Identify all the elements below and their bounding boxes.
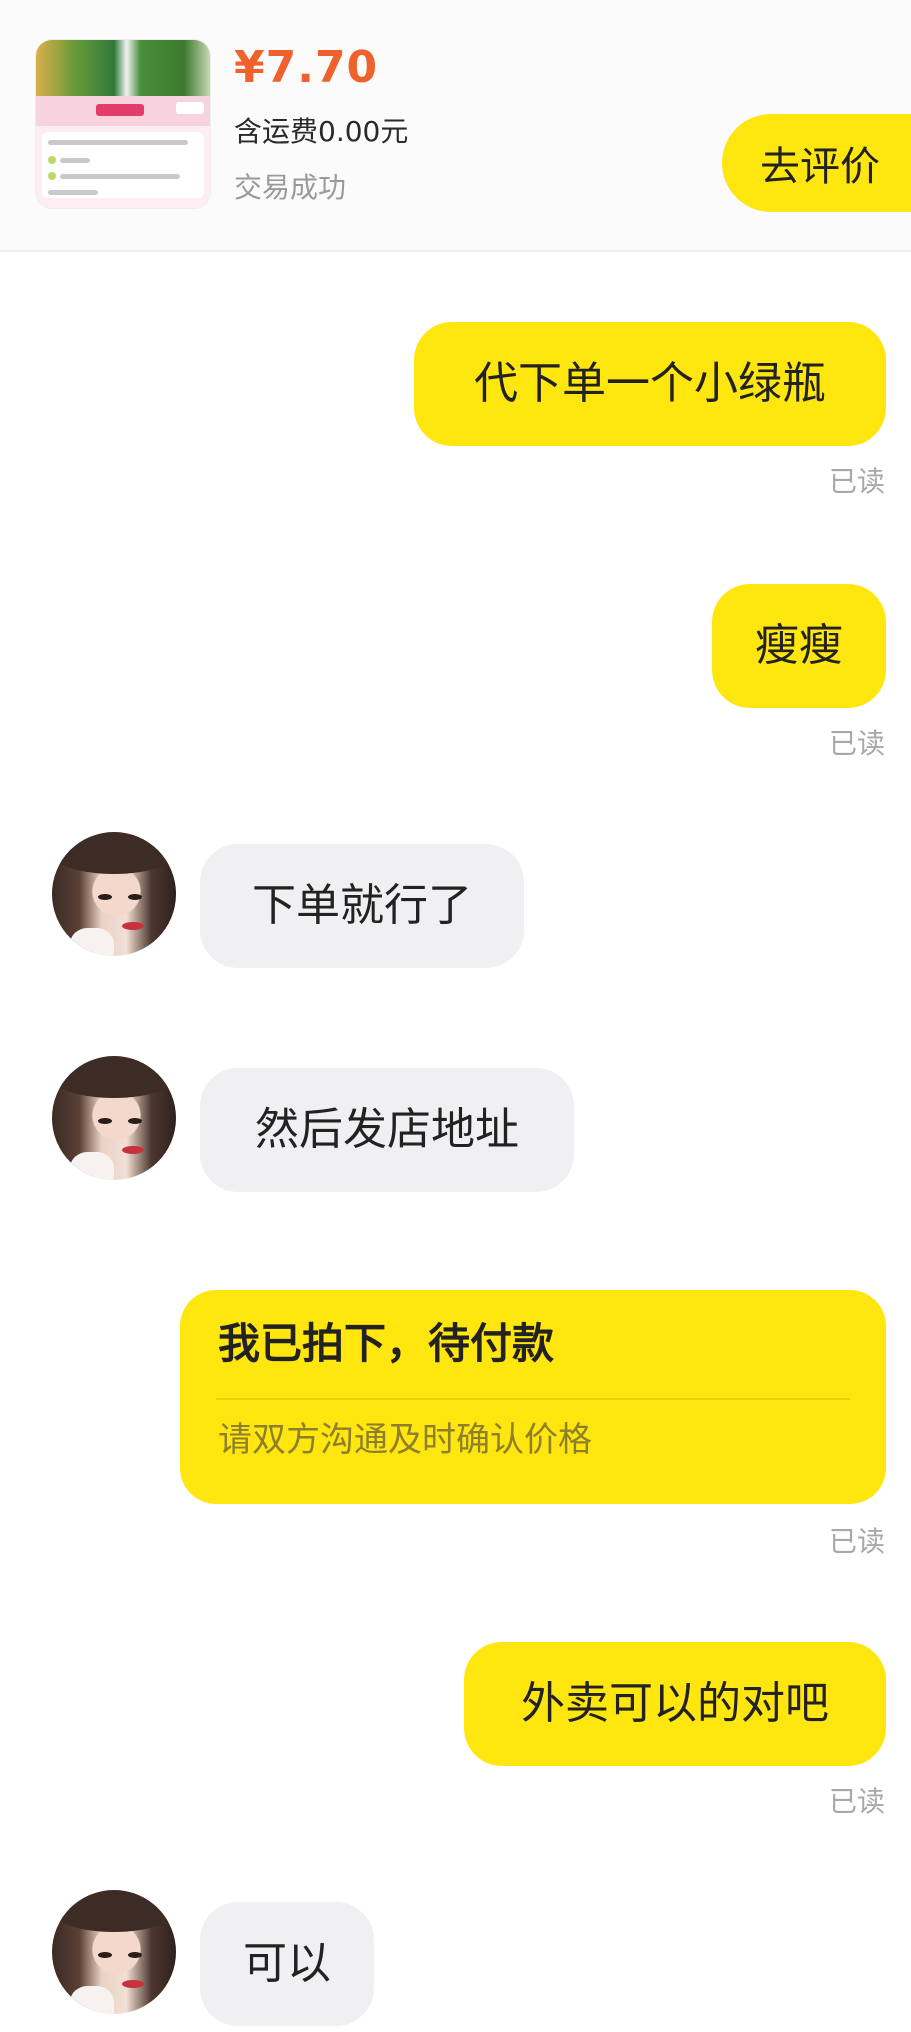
order-placed-subtitle: 请双方沟通及时确认价格 bbox=[218, 1420, 592, 1460]
message-bubble-incoming[interactable]: 然后发店地址 bbox=[200, 1068, 574, 1192]
order-price: ¥7.70 bbox=[234, 42, 379, 93]
avatar-lips bbox=[122, 922, 144, 930]
avatar-hair bbox=[52, 832, 176, 874]
read-receipt: 已读 bbox=[828, 1785, 885, 1818]
message-bubble-incoming[interactable]: 可以 bbox=[200, 1902, 374, 2026]
read-receipt: 已读 bbox=[828, 727, 885, 760]
contact-avatar[interactable] bbox=[52, 832, 176, 956]
message-bubble-outgoing[interactable]: 瘦瘦 bbox=[712, 584, 886, 708]
message-bubble-outgoing[interactable]: 代下单一个小绿瓶 bbox=[414, 322, 886, 446]
avatar-eye bbox=[98, 1952, 112, 1958]
product-image-body bbox=[42, 132, 204, 198]
product-image-top bbox=[36, 40, 210, 96]
read-receipt: 已读 bbox=[828, 465, 885, 498]
product-image-line bbox=[60, 174, 180, 179]
avatar-shirt bbox=[70, 1152, 114, 1180]
order-placed-card[interactable]: 我已拍下，待付款 请双方沟通及时确认价格 bbox=[180, 1290, 886, 1504]
avatar-hair bbox=[52, 1056, 176, 1098]
chat-screen: ¥7.70 含运费0.00元 交易成功 去评价 代下单一个小绿瓶 已读 瘦瘦 已… bbox=[0, 0, 911, 2032]
read-receipt: 已读 bbox=[828, 1525, 885, 1558]
order-shipping: 含运费0.00元 bbox=[234, 115, 409, 148]
avatar-eye bbox=[128, 894, 142, 900]
divider bbox=[216, 1398, 850, 1400]
contact-avatar[interactable] bbox=[52, 1890, 176, 2014]
product-image-tag-secondary bbox=[176, 102, 204, 114]
review-button[interactable]: 去评价 bbox=[722, 114, 911, 212]
product-image-dot bbox=[48, 172, 56, 180]
product-thumbnail[interactable] bbox=[36, 40, 210, 208]
avatar-shirt bbox=[70, 1986, 114, 2014]
message-bubble-incoming[interactable]: 下单就行了 bbox=[200, 844, 524, 968]
contact-avatar[interactable] bbox=[52, 1056, 176, 1180]
order-status: 交易成功 bbox=[234, 171, 347, 204]
avatar-eye bbox=[128, 1118, 142, 1124]
avatar-lips bbox=[122, 1146, 144, 1154]
avatar-eye bbox=[98, 1118, 112, 1124]
avatar-eye bbox=[128, 1952, 142, 1958]
avatar-hair bbox=[52, 1890, 176, 1932]
product-image-line bbox=[48, 140, 188, 145]
product-image-dot bbox=[48, 156, 56, 164]
avatar-eye bbox=[98, 894, 112, 900]
product-image-tag bbox=[96, 104, 144, 116]
avatar-shirt bbox=[70, 928, 114, 956]
product-image-line bbox=[60, 158, 90, 163]
product-image-line bbox=[48, 190, 98, 195]
avatar-lips bbox=[122, 1980, 144, 1988]
order-placed-title: 我已拍下，待付款 bbox=[218, 1319, 555, 1368]
order-card[interactable]: ¥7.70 含运费0.00元 交易成功 去评价 bbox=[0, 0, 911, 252]
message-bubble-outgoing[interactable]: 外卖可以的对吧 bbox=[464, 1642, 886, 1766]
